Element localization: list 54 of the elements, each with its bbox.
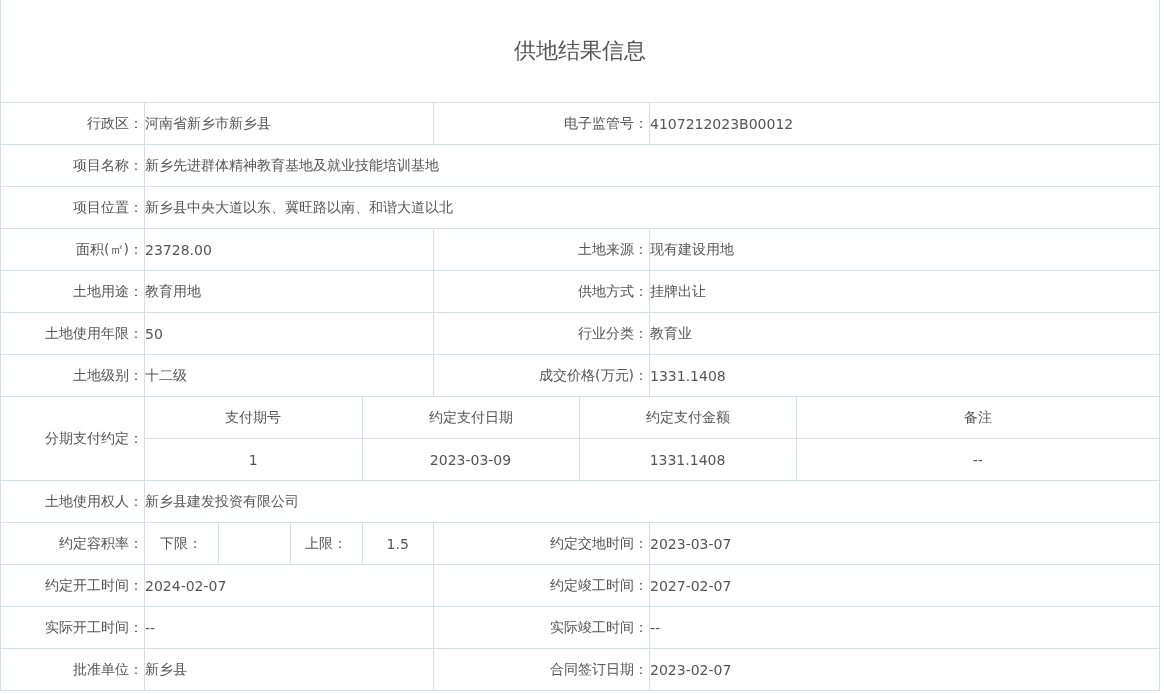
field-label: 面积(㎡)： [76, 240, 144, 257]
field-label: 土地用途： [73, 282, 144, 299]
field-label: 行业分类： [578, 324, 649, 341]
column-header: 支付期号 [225, 408, 282, 425]
field-label: 成交价格(万元)： [539, 366, 649, 383]
column-header: 约定支付金额 [645, 408, 730, 425]
field-label: 批准单位： [73, 660, 144, 677]
field-value: 挂牌出让 [650, 282, 706, 299]
field-label: 合同签订日期： [550, 660, 649, 677]
field-value: 2023-02-07 [650, 661, 732, 678]
field-value: 1.5 [386, 535, 409, 552]
field-label: 供地方式： [578, 282, 649, 299]
field-value: 新乡县建发投资有限公司 [145, 492, 299, 509]
table-cell: 1 [248, 451, 258, 468]
column-header: 约定支付日期 [428, 408, 513, 425]
field-label: 下限： [160, 534, 203, 551]
field-label: 土地使用年限： [45, 324, 144, 341]
field-value: -- [650, 619, 661, 636]
field-value: 2027-02-07 [650, 577, 732, 594]
field-label: 行政区： [87, 114, 144, 131]
table-cell: 2023-03-09 [429, 451, 512, 468]
field-label: 项目名称： [73, 156, 144, 173]
page-title: 供地结果信息 [514, 38, 646, 63]
field-label: 上限： [305, 534, 347, 551]
field-label: 电子监管号： [564, 114, 649, 131]
field-value: 教育用地 [145, 282, 201, 299]
field-label: 分期支付约定： [45, 429, 144, 446]
field-value: 2023-03-07 [650, 535, 732, 552]
field-label: 约定容积率： [59, 534, 144, 551]
field-label: 土地来源： [578, 240, 649, 257]
field-label: 实际竣工时间： [550, 618, 649, 635]
field-value: 十二级 [145, 366, 187, 383]
field-value: 23728.00 [145, 241, 212, 258]
field-value: 50 [145, 325, 163, 342]
field-value: 4107212023B00012 [650, 115, 794, 132]
field-value: 2024-02-07 [145, 577, 227, 594]
table-cell: 1331.1408 [649, 451, 726, 468]
field-label: 土地级别： [73, 366, 144, 383]
field-value: 新乡县 [145, 660, 187, 677]
field-value: 教育业 [650, 324, 692, 341]
field-value: 1331.1408 [650, 367, 726, 384]
field-label: 约定交地时间： [550, 534, 649, 551]
field-value: -- [145, 619, 156, 636]
table-cell: -- [972, 451, 983, 468]
field-label: 约定竣工时间： [550, 576, 649, 593]
field-value: 河南省新乡市新乡县 [145, 114, 271, 131]
field-label: 土地使用权人： [45, 492, 144, 509]
field-value: 现有建设用地 [650, 240, 734, 257]
field-label: 约定开工时间： [45, 576, 144, 593]
field-value: 新乡县中央大道以东、冀旺路以南、和谐大道以北 [145, 198, 453, 215]
field-value: 新乡先进群体精神教育基地及就业技能培训基地 [145, 156, 439, 173]
field-label: 实际开工时间： [45, 618, 144, 635]
column-header: 备注 [963, 408, 992, 425]
field-label: 项目位置： [73, 198, 144, 215]
